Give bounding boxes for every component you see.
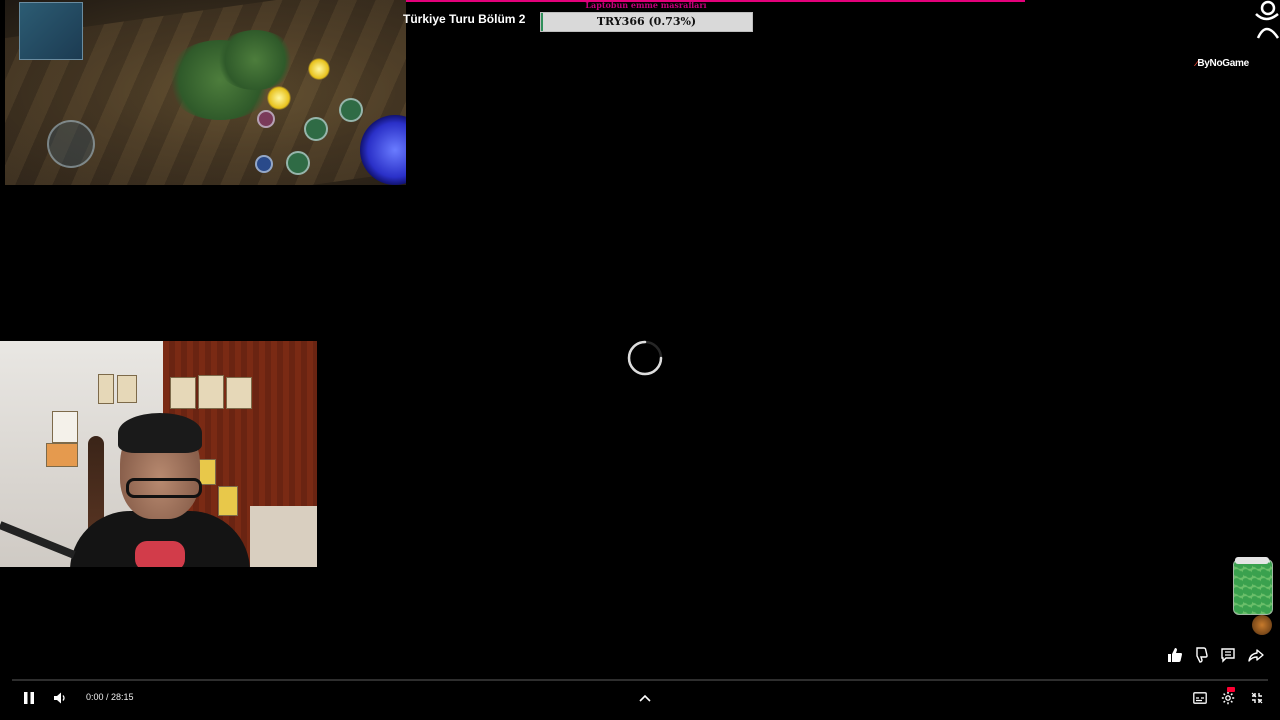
wall-poster bbox=[226, 377, 252, 409]
comments-icon bbox=[1221, 648, 1235, 663]
donation-goal-text: TRY366 (0.73%) bbox=[596, 15, 697, 28]
like-button[interactable] bbox=[1164, 644, 1186, 666]
video-actions bbox=[1164, 644, 1272, 666]
volume-button[interactable] bbox=[51, 690, 69, 706]
pause-icon bbox=[24, 692, 34, 704]
wall-poster bbox=[218, 486, 238, 516]
game-capture-overlay bbox=[5, 0, 406, 185]
like-icon bbox=[1168, 648, 1182, 662]
sponsor-brand: ⁄ByNoGame bbox=[1196, 58, 1249, 69]
gold-orb bbox=[267, 86, 291, 110]
game-joystick bbox=[47, 120, 95, 168]
streamer-hair bbox=[118, 413, 202, 453]
skill-icon bbox=[339, 98, 363, 122]
skill-icon bbox=[286, 151, 310, 175]
hd-badge bbox=[1227, 687, 1235, 692]
wall-poster bbox=[198, 375, 224, 409]
exit-fullscreen-icon bbox=[1251, 692, 1263, 704]
channel-logo-icon bbox=[1252, 0, 1280, 40]
subtitles-icon bbox=[1193, 692, 1207, 704]
volume-icon bbox=[54, 692, 65, 704]
avatar bbox=[1252, 615, 1272, 635]
goal-label: Laptobun emme masrafları bbox=[585, 0, 707, 10]
donation-goal-bar: TRY366 (0.73%) bbox=[540, 12, 753, 32]
game-minimap bbox=[19, 2, 83, 60]
wall-poster bbox=[117, 375, 137, 403]
chevron-up-icon bbox=[639, 694, 651, 702]
comments-button[interactable] bbox=[1217, 644, 1239, 666]
skill-icon bbox=[257, 110, 275, 128]
wall-poster bbox=[52, 411, 78, 443]
pause-button[interactable] bbox=[20, 690, 38, 706]
streamer-glasses bbox=[126, 478, 202, 498]
seek-bar[interactable] bbox=[12, 679, 1268, 681]
video-player[interactable]: Türkiye Turu Bölüm 2 Laptobun emme masra… bbox=[0, 0, 1280, 720]
share-icon bbox=[1248, 649, 1264, 662]
webcam-sofa bbox=[250, 506, 317, 567]
subtitles-button[interactable] bbox=[1190, 690, 1210, 706]
tip-jar-lid bbox=[1235, 557, 1269, 564]
wall-poster bbox=[46, 443, 78, 467]
exit-fullscreen-button[interactable] bbox=[1247, 690, 1267, 706]
stream-title: Türkiye Turu Bölüm 2 bbox=[403, 12, 526, 26]
time-display: 0:00 / 28:15 bbox=[86, 692, 134, 702]
wall-poster bbox=[170, 377, 196, 409]
sponsor-brand-name: ByNoGame bbox=[1197, 58, 1249, 69]
game-bush bbox=[215, 30, 295, 90]
share-button[interactable] bbox=[1245, 644, 1267, 666]
wall-poster bbox=[98, 374, 114, 404]
skill-icon bbox=[255, 155, 273, 173]
webcam-overlay bbox=[0, 341, 317, 567]
tip-jar bbox=[1233, 559, 1273, 615]
more-videos-button[interactable] bbox=[636, 690, 654, 706]
dislike-icon bbox=[1196, 647, 1208, 663]
microphone bbox=[135, 541, 185, 567]
skill-icon bbox=[304, 117, 328, 141]
loading-spinner-icon bbox=[626, 339, 664, 377]
settings-button[interactable] bbox=[1218, 687, 1238, 706]
dislike-button[interactable] bbox=[1189, 644, 1211, 666]
gold-orb bbox=[308, 58, 330, 80]
settings-icon bbox=[1221, 691, 1235, 705]
